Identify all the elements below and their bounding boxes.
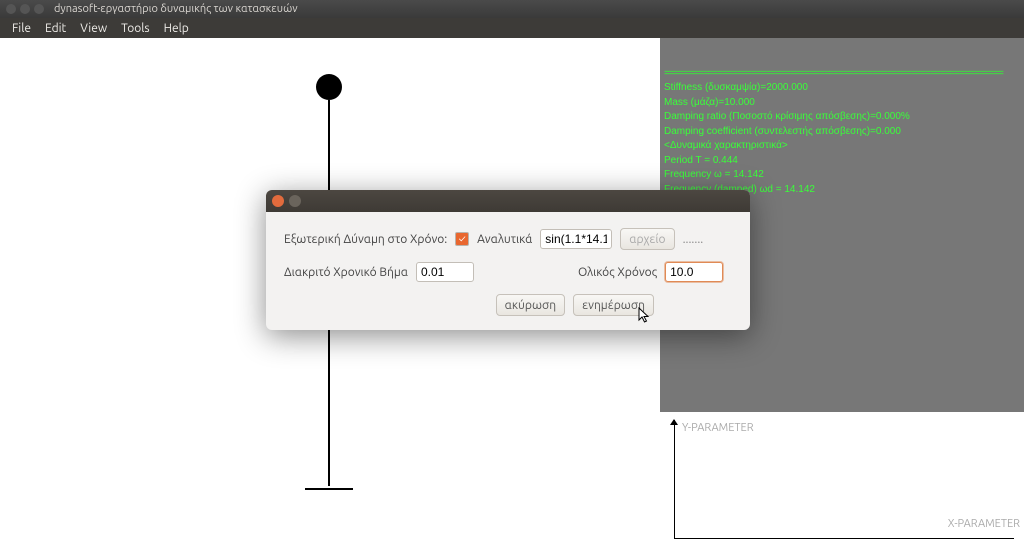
time-step-input[interactable] bbox=[416, 262, 474, 282]
menu-file[interactable]: File bbox=[6, 21, 37, 36]
base-support bbox=[305, 488, 353, 490]
menu-edit[interactable]: Edit bbox=[39, 21, 72, 36]
menu-help[interactable]: Help bbox=[158, 21, 195, 36]
mass-node-icon bbox=[316, 74, 342, 100]
dialog-titlebar[interactable] bbox=[266, 190, 750, 212]
window-maximize-icon[interactable] bbox=[34, 4, 44, 14]
window-title: dynasoft-εργαστήριο δυναμικής των κατασκ… bbox=[54, 3, 298, 15]
force-settings-dialog: Εξωτερική Δύναμη στο Χρόνο: ✓ Αναλυτικά … bbox=[266, 190, 750, 330]
total-time-label: Ολικός Χρόνος bbox=[578, 266, 657, 279]
analytical-checkbox[interactable]: ✓ bbox=[455, 232, 469, 246]
x-axis-label: X-PARAMETER bbox=[948, 518, 1020, 530]
window-minimize-icon[interactable] bbox=[20, 4, 30, 14]
dialog-close-icon[interactable] bbox=[272, 195, 284, 207]
update-button[interactable]: ενημέρωση bbox=[573, 294, 654, 316]
info-mass: Mass (μάζα)=10.000 bbox=[664, 97, 755, 108]
info-chars-header: <Δυναμικά χαρακτηριστικά> bbox=[664, 140, 788, 151]
info-stiffness: Stiffness (δυσκαμψία)=2000.000 bbox=[664, 82, 808, 93]
total-time-input[interactable] bbox=[665, 262, 723, 282]
dialog-row-time: Διακριτό Χρονικό Βήμα Ολικός Χρόνος bbox=[284, 262, 732, 282]
cancel-button[interactable]: ακύρωση bbox=[496, 294, 566, 316]
expression-input[interactable] bbox=[540, 229, 612, 249]
file-button[interactable]: αρχείο bbox=[620, 228, 674, 250]
info-separator: ========================================… bbox=[664, 68, 1003, 79]
menu-tools[interactable]: Tools bbox=[115, 21, 156, 36]
dialog-body: Εξωτερική Δύναμη στο Χρόνο: ✓ Αναλυτικά … bbox=[266, 212, 750, 330]
step-label: Διακριτό Χρονικό Βήμα bbox=[284, 266, 408, 279]
y-axis-label: Y-PARAMETER bbox=[682, 422, 754, 434]
y-axis-line bbox=[674, 420, 675, 538]
file-path-placeholder: ....... bbox=[683, 233, 704, 246]
info-damping-ratio: Damping ratio (Ποσοστό κρίσιμης απόσβεση… bbox=[664, 111, 910, 122]
dialog-button-row: ακύρωση ενημέρωση bbox=[284, 294, 732, 316]
window-close-icon[interactable] bbox=[6, 4, 16, 14]
analytical-label: Αναλυτικά bbox=[477, 233, 532, 246]
force-label: Εξωτερική Δύναμη στο Χρόνο: bbox=[284, 233, 447, 246]
info-frequency: Frequency ω = 14.142 bbox=[664, 169, 764, 180]
info-period: Period T = 0.444 bbox=[664, 155, 738, 166]
x-axis-line bbox=[674, 538, 1014, 539]
dialog-row-force: Εξωτερική Δύναμη στο Χρόνο: ✓ Αναλυτικά … bbox=[284, 228, 732, 250]
plot-area: Y-PARAMETER X-PARAMETER bbox=[660, 420, 1024, 540]
menubar: File Edit View Tools Help bbox=[0, 18, 1024, 38]
dialog-minimize-icon[interactable] bbox=[289, 195, 301, 207]
window-titlebar: dynasoft-εργαστήριο δυναμικής των κατασκ… bbox=[0, 0, 1024, 18]
menu-view[interactable]: View bbox=[74, 21, 113, 36]
info-damping-coeff: Damping coefficient (συντελεστής απόσβεσ… bbox=[664, 126, 901, 137]
